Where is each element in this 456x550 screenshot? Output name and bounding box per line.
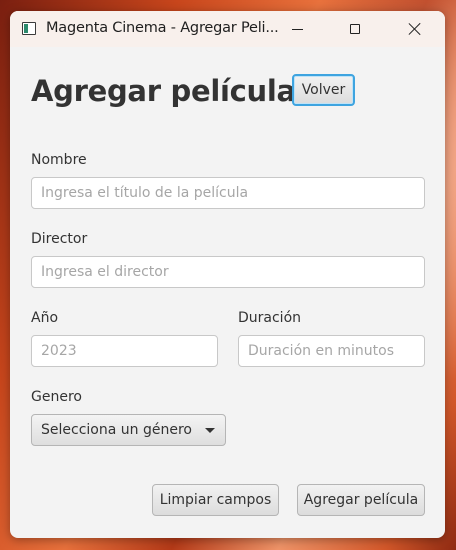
genero-select[interactable]: Selecciona un género	[31, 414, 226, 446]
back-button[interactable]: Volver	[292, 74, 355, 106]
duracion-label: Duración	[238, 310, 302, 326]
director-label: Director	[31, 231, 88, 247]
clear-fields-button[interactable]: Limpiar campos	[152, 484, 279, 516]
anio-input[interactable]	[31, 335, 218, 367]
nombre-input[interactable]	[31, 177, 425, 209]
maximize-icon	[350, 24, 360, 34]
chevron-down-icon	[205, 428, 215, 433]
nombre-label: Nombre	[31, 152, 87, 168]
anio-label: Año	[31, 310, 59, 326]
window-title: Magenta Cinema - Agregar Peli...	[46, 20, 279, 36]
minimize-button[interactable]	[274, 11, 320, 47]
director-input[interactable]	[31, 256, 425, 288]
title-bar[interactable]: Magenta Cinema - Agregar Peli...	[10, 11, 445, 47]
genero-label: Genero	[31, 389, 82, 405]
minimize-icon	[291, 28, 303, 30]
add-movie-button[interactable]: Agregar película	[297, 484, 425, 516]
app-window: Magenta Cinema - Agregar Peli... Agregar…	[10, 11, 445, 538]
page-title: Agregar película	[31, 74, 296, 108]
close-icon	[407, 22, 421, 36]
maximize-button[interactable]	[332, 11, 378, 47]
duracion-input[interactable]	[238, 335, 425, 367]
close-button[interactable]	[391, 11, 437, 47]
app-window-icon	[22, 22, 36, 35]
genero-selected-value: Selecciona un género	[41, 422, 192, 438]
